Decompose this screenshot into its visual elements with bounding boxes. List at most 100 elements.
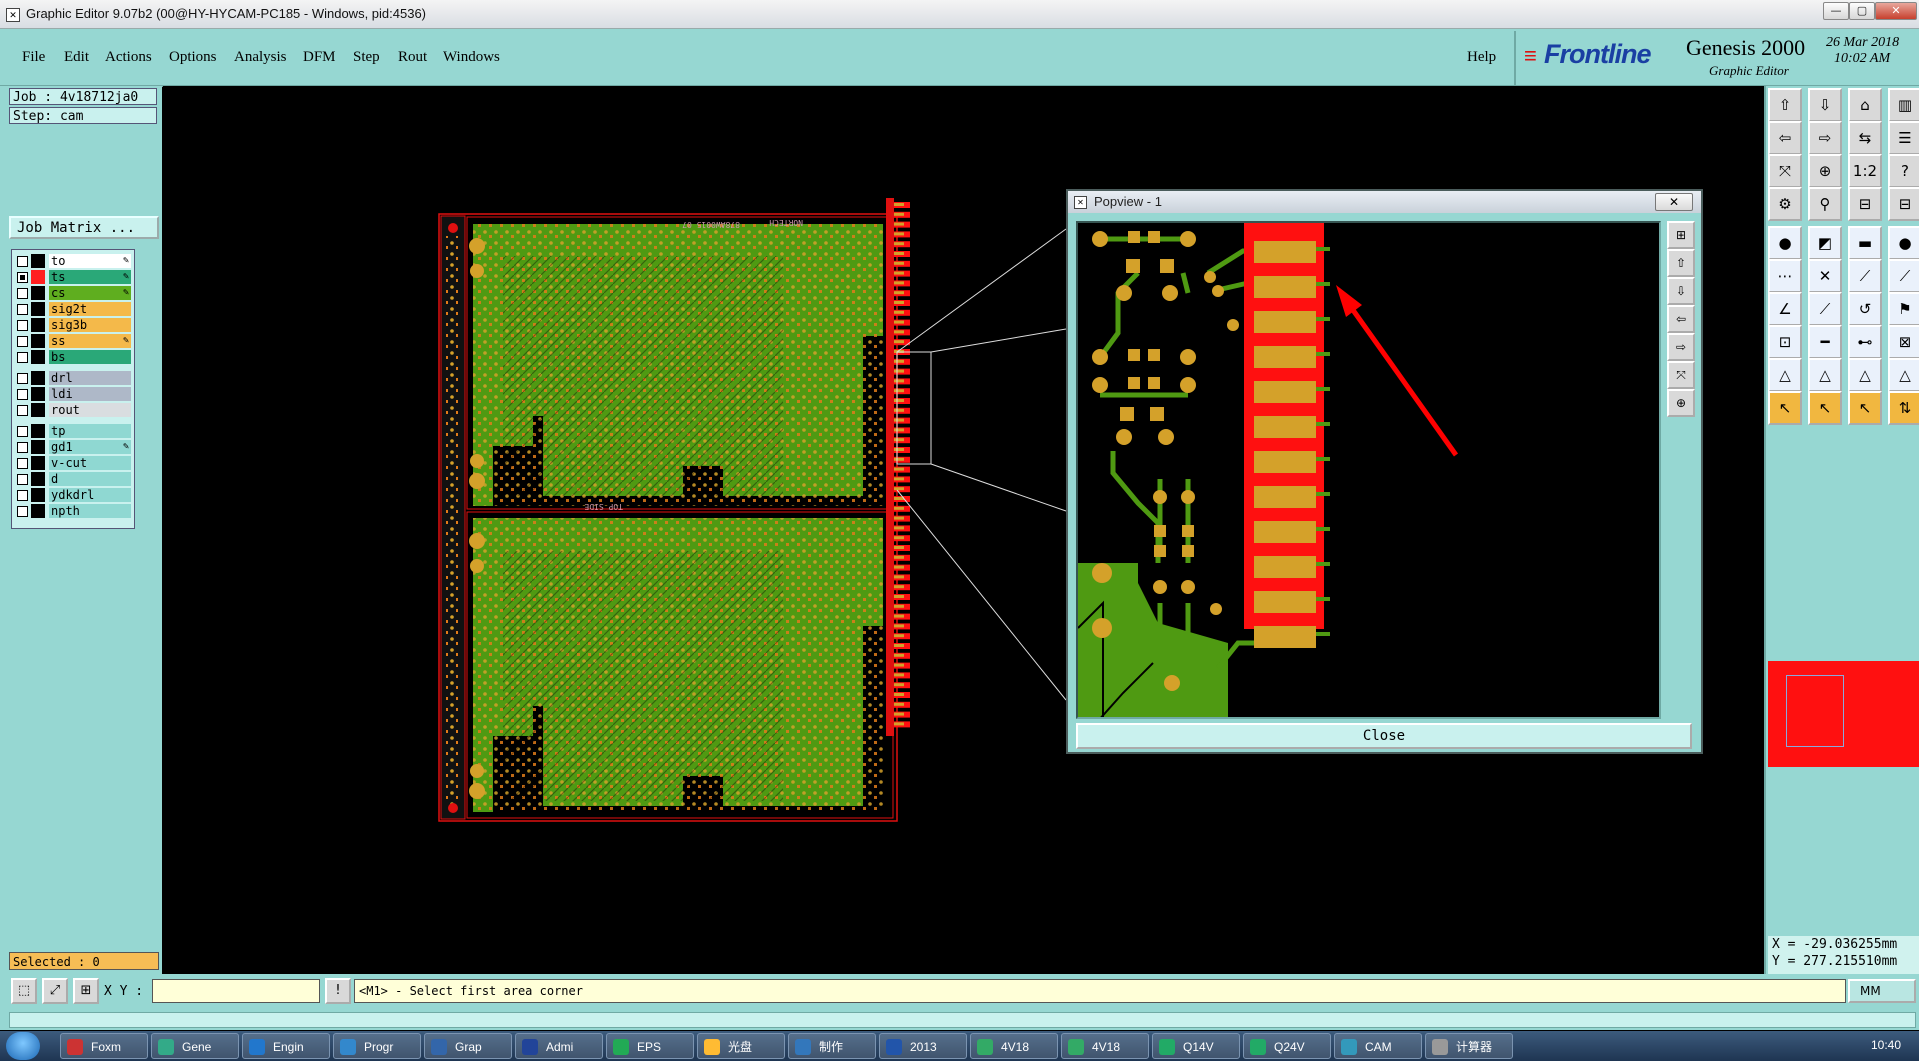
measure-icon[interactable]: ⤢ bbox=[42, 978, 68, 1004]
taskbar-item[interactable]: EPS bbox=[606, 1033, 694, 1059]
layer-name[interactable]: rout bbox=[49, 402, 131, 417]
layer-name[interactable]: v-cut bbox=[49, 455, 131, 470]
tool-tri-b-icon[interactable]: △ bbox=[1808, 358, 1842, 392]
tool-panel-icon[interactable]: ▥ bbox=[1888, 88, 1919, 122]
layer-color-swatch[interactable] bbox=[31, 270, 45, 284]
layer-name[interactable]: ss ✎ bbox=[49, 334, 131, 348]
tool-box-icon[interactable]: ⊡ bbox=[1768, 325, 1802, 359]
layer-color-swatch[interactable] bbox=[31, 487, 45, 502]
popview-close-button[interactable]: Close bbox=[1076, 723, 1692, 749]
popview-zoom-icon[interactable]: ⊞ bbox=[1667, 221, 1695, 249]
layer-name[interactable]: npth bbox=[49, 503, 131, 518]
taskbar-item[interactable]: Q24V bbox=[1243, 1033, 1331, 1059]
tool-down-icon[interactable]: ⇩ bbox=[1808, 88, 1842, 122]
layer-color-swatch[interactable] bbox=[31, 455, 45, 470]
units-selector[interactable]: MM bbox=[1848, 979, 1916, 1003]
tool-select-box-icon[interactable]: ⊠ bbox=[1888, 325, 1919, 359]
layer-name[interactable]: gd1 ✎ bbox=[49, 439, 131, 454]
tool-circle-icon[interactable]: ● bbox=[1888, 226, 1919, 260]
tool-cross-icon[interactable]: ✕ bbox=[1808, 259, 1842, 293]
layer-name[interactable]: d bbox=[49, 471, 131, 486]
grid-icon[interactable]: ⊞ bbox=[73, 978, 99, 1004]
tool-pointer-c-icon[interactable]: ↖ bbox=[1848, 391, 1882, 425]
maximize-button[interactable]: ▢ bbox=[1849, 2, 1875, 20]
popview-right-icon[interactable]: ⇨ bbox=[1667, 333, 1695, 361]
menu-analysis[interactable]: Analysis bbox=[234, 49, 287, 66]
tool-tri-d-icon[interactable]: △ bbox=[1888, 358, 1919, 392]
layer-checkbox[interactable] bbox=[17, 372, 28, 384]
layer-color-swatch[interactable] bbox=[31, 423, 45, 438]
taskbar-item[interactable]: Grap bbox=[424, 1033, 512, 1059]
popview-down-icon[interactable]: ⇩ bbox=[1667, 277, 1695, 305]
tool-net-icon[interactable]: ⋯ bbox=[1768, 259, 1802, 293]
layer-checkbox[interactable] bbox=[17, 388, 28, 400]
layer-name[interactable]: ldi bbox=[49, 386, 131, 401]
layer-name[interactable]: tp bbox=[49, 423, 131, 438]
start-button[interactable] bbox=[6, 1032, 40, 1060]
overview-window[interactable] bbox=[1768, 661, 1919, 767]
tool-pointer-b-icon[interactable]: ↖ bbox=[1808, 391, 1842, 425]
layer-name[interactable]: ydkdrl bbox=[49, 487, 131, 502]
job-matrix-button[interactable]: Job Matrix ... bbox=[9, 216, 159, 239]
layer-name[interactable]: sig3b bbox=[49, 318, 131, 332]
tool-fit-icon[interactable]: ⤧ bbox=[1768, 154, 1802, 188]
layer-name[interactable]: sig2t bbox=[49, 302, 131, 316]
tool-menu-icon[interactable]: ☰ bbox=[1888, 121, 1919, 155]
tool-line-icon[interactable]: ▬ bbox=[1848, 226, 1882, 260]
tool-left-icon[interactable]: ⇦ bbox=[1768, 121, 1802, 155]
layer-row-gd1[interactable]: gd1 ✎ bbox=[15, 439, 131, 454]
tool-swap-icon[interactable]: ⇆ bbox=[1848, 121, 1882, 155]
layer-name[interactable]: ts ✎ bbox=[49, 270, 131, 284]
layer-row-v-cut[interactable]: v-cut bbox=[15, 455, 131, 470]
tool-pointer-d-icon[interactable]: ⇅ bbox=[1888, 391, 1919, 425]
info-icon[interactable]: ! bbox=[325, 978, 351, 1004]
layer-checkbox[interactable] bbox=[17, 256, 28, 267]
taskbar-item[interactable]: 4V18 bbox=[970, 1033, 1058, 1059]
layer-color-swatch[interactable] bbox=[31, 439, 45, 454]
popview-fit-icon[interactable]: ⤧ bbox=[1667, 361, 1695, 389]
tool-tri-a-icon[interactable]: △ bbox=[1768, 358, 1802, 392]
xy-input[interactable] bbox=[152, 979, 320, 1003]
tool-flag-icon[interactable]: ⚑ bbox=[1888, 292, 1919, 326]
tool-angle-icon[interactable]: ∠ bbox=[1768, 292, 1802, 326]
tool-diag-icon[interactable]: ⟋ bbox=[1808, 292, 1842, 326]
layer-checkbox[interactable] bbox=[17, 304, 28, 315]
layer-color-swatch[interactable] bbox=[31, 318, 45, 332]
layer-color-swatch[interactable] bbox=[31, 334, 45, 348]
minimize-button[interactable]: — bbox=[1823, 2, 1849, 20]
popview-window[interactable]: Popview - 1 ✕ ✕ ⊞ ⇧ ⇩ ⇦ ⇨ ⤧ ⊕ Close bbox=[1066, 189, 1703, 754]
tool-layer-b-icon[interactable]: ⊟ bbox=[1888, 187, 1919, 221]
tool-house-icon[interactable]: ⌂ bbox=[1848, 88, 1882, 122]
layer-checkbox[interactable] bbox=[17, 320, 28, 331]
layer-row-ydkdrl[interactable]: ydkdrl bbox=[15, 487, 131, 502]
tool-center-icon[interactable]: ⊕ bbox=[1808, 154, 1842, 188]
layer-checkbox[interactable] bbox=[17, 441, 28, 453]
layer-color-swatch[interactable] bbox=[31, 471, 45, 486]
taskbar-item[interactable]: Admi bbox=[515, 1033, 603, 1059]
menu-step[interactable]: Step bbox=[353, 49, 380, 66]
menu-actions[interactable]: Actions bbox=[105, 49, 152, 66]
taskbar-item[interactable]: CAM bbox=[1334, 1033, 1422, 1059]
menu-windows[interactable]: Windows bbox=[443, 49, 500, 66]
layer-color-swatch[interactable] bbox=[31, 302, 45, 316]
taskbar-item[interactable]: Foxm bbox=[60, 1033, 148, 1059]
popview-up-icon[interactable]: ⇧ bbox=[1667, 249, 1695, 277]
layer-color-swatch[interactable] bbox=[31, 402, 45, 417]
tool-scale-icon[interactable]: 1:2 bbox=[1848, 154, 1882, 188]
tool-home-icon[interactable]: ⇧ bbox=[1768, 88, 1802, 122]
layer-checkbox[interactable] bbox=[17, 505, 28, 517]
window-title-bar[interactable]: ✕ Graphic Editor 9.07b2 (00@HY-HYCAM-PC1… bbox=[0, 0, 1919, 29]
menu-file[interactable]: File bbox=[22, 49, 45, 66]
taskbar-item[interactable]: Progr bbox=[333, 1033, 421, 1059]
tool-slash-icon[interactable]: ⟋ bbox=[1848, 259, 1882, 293]
tool-pointer-icon[interactable]: ↖ bbox=[1768, 391, 1802, 425]
tool-help-icon[interactable]: ? bbox=[1888, 154, 1919, 188]
layer-row-ldi[interactable]: ldi bbox=[15, 386, 131, 401]
layer-checkbox[interactable] bbox=[17, 288, 28, 299]
layer-checkbox[interactable] bbox=[17, 352, 28, 363]
layer-row-sig2t[interactable]: sig2t bbox=[15, 302, 131, 316]
popview-canvas[interactable] bbox=[1076, 221, 1661, 719]
taskbar-item[interactable]: Q14V bbox=[1152, 1033, 1240, 1059]
layer-name[interactable]: drl bbox=[49, 370, 131, 385]
layer-row-to[interactable]: to ✎ bbox=[15, 254, 131, 268]
